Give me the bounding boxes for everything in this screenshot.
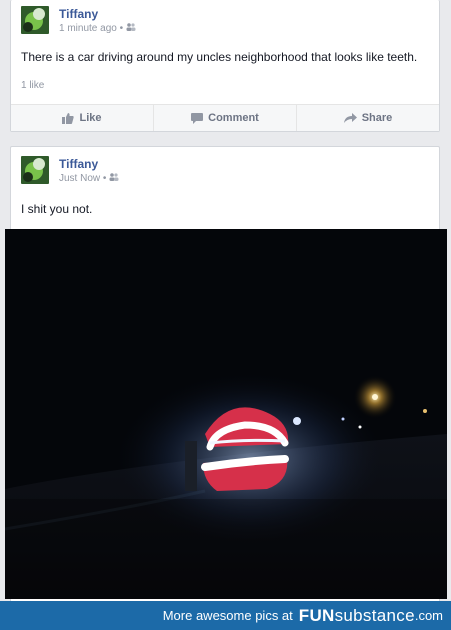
night-scene-illustration xyxy=(5,229,447,599)
author-name[interactable]: Tiffany xyxy=(59,157,98,171)
share-button[interactable]: Share xyxy=(297,105,439,131)
post-meta: 1 minute ago • xyxy=(59,23,136,34)
share-icon xyxy=(343,112,357,123)
post-time[interactable]: 1 minute ago xyxy=(59,23,117,34)
like-count[interactable]: 1 like xyxy=(21,80,44,91)
thumbs-up-icon xyxy=(62,112,75,124)
post-actions: Like Comment Share xyxy=(11,104,439,131)
like-label: Like xyxy=(79,112,102,124)
post-card: Tiffany Just Now • I shit you not. xyxy=(5,146,447,606)
comment-button[interactable]: Comment xyxy=(154,105,297,131)
watermark-footer[interactable]: More awesome pics at FUNsubstance .com xyxy=(0,601,451,630)
post-time[interactable]: Just Now xyxy=(59,173,100,184)
brand-rest: substance xyxy=(334,605,415,625)
friends-icon xyxy=(126,23,136,31)
comment-label: Comment xyxy=(208,112,259,124)
brand-tld: .com xyxy=(414,608,443,623)
friends-icon xyxy=(109,173,119,181)
footer-text: More awesome pics at xyxy=(162,608,293,623)
author-name[interactable]: Tiffany xyxy=(59,7,98,21)
post-text: There is a car driving around my uncles … xyxy=(21,50,418,64)
like-button[interactable]: Like xyxy=(11,105,154,131)
post-card: Tiffany 1 minute ago • There is a car dr… xyxy=(10,0,440,132)
post-meta: Just Now • xyxy=(59,173,119,184)
brand-bold: FUN xyxy=(298,605,335,625)
comment-icon xyxy=(191,112,204,124)
avatar[interactable] xyxy=(21,156,49,184)
site-brand: FUNsubstance xyxy=(299,606,415,626)
teeth-car-photo[interactable] xyxy=(5,229,447,599)
share-label: Share xyxy=(361,112,393,124)
post-text: I shit you not. xyxy=(21,202,93,216)
avatar[interactable] xyxy=(21,6,49,34)
